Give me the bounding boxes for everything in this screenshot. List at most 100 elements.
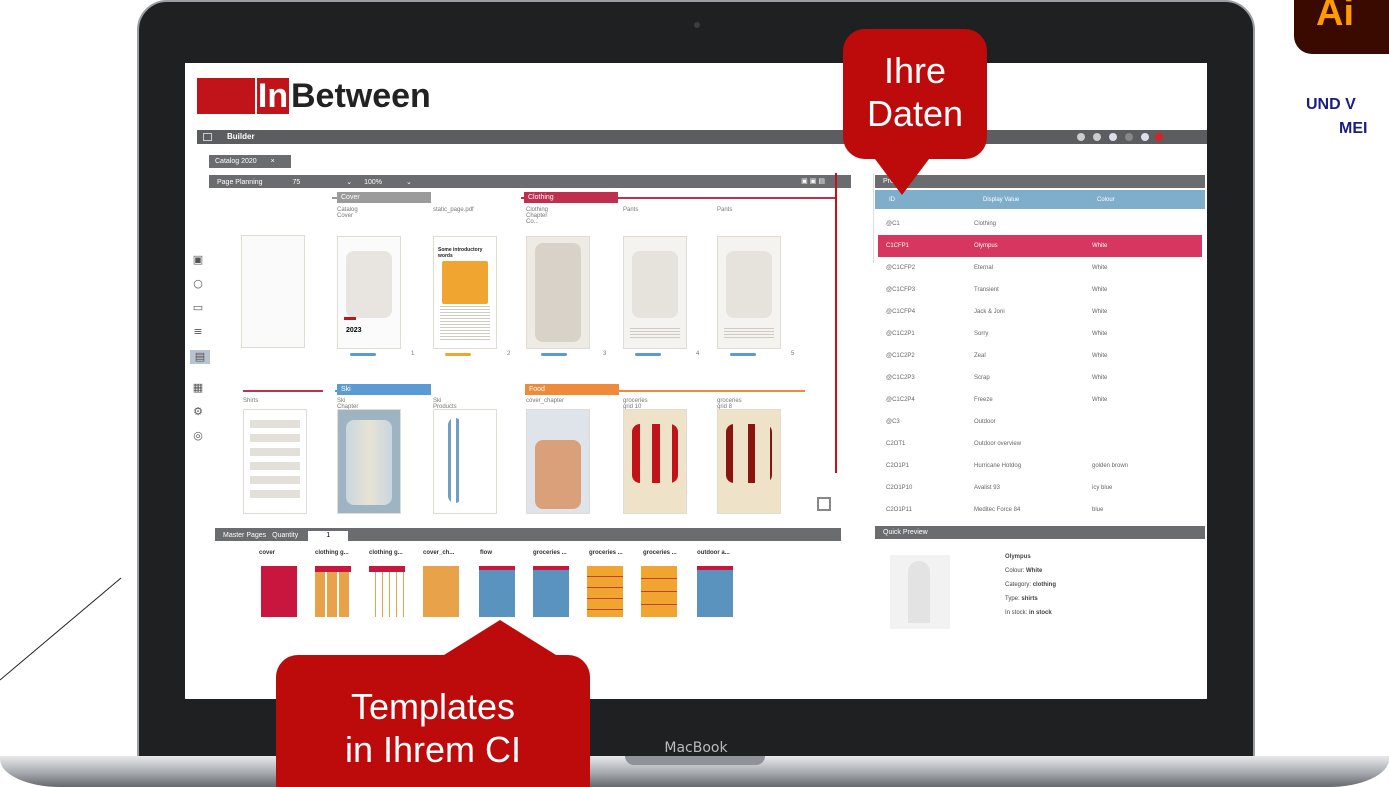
product-row[interactable]: @C1C2P1 Sorry White [878,323,1202,345]
product-row[interactable]: @C1CFP2 Eternal White [878,257,1202,279]
product-row[interactable]: @C1C2P2 Zeal White [878,345,1202,367]
group-chip-ski[interactable]: Ski [337,384,431,395]
page-count: 2 [507,351,511,357]
product-row[interactable]: C2O1P1 Hurricane Hotdog golden brown [878,455,1202,477]
master-thumb[interactable] [315,566,351,617]
callout-ihre-daten: Ihre Daten [843,29,987,159]
close-icon[interactable]: × [271,158,275,165]
preview-category: Category: clothing [1005,578,1056,592]
grid-menu-icon[interactable] [203,133,212,141]
preview-stock: In stock: in stock [1005,606,1056,620]
product-cell-name: Zeal [974,353,986,359]
master-label: cover [259,550,276,556]
globe-icon[interactable]: ◎ [191,429,205,443]
product-cell-colour: blue [1092,507,1104,513]
page-thumb[interactable] [717,409,781,514]
folder-icon[interactable]: ▭ [191,301,205,315]
page-thumb[interactable]: Some introductory words [433,236,497,349]
layout-icon[interactable]: ▣ [191,253,205,267]
page-thumb[interactable] [526,409,590,514]
page-thumb[interactable] [433,409,497,514]
col-id[interactable]: ID [889,197,895,203]
bell-icon[interactable] [1077,133,1085,141]
group-chip-food[interactable]: Food [525,384,619,395]
search-icon[interactable]: ○ [191,277,205,291]
builder-menu[interactable]: Builder [227,132,255,141]
product-cell-name: Jack & Joni [974,309,1005,315]
chevron-down-icon[interactable]: ⌄ [346,179,352,186]
settings-icon[interactable]: ⚙ [191,405,205,419]
tab-catalog[interactable]: Catalog 2020 × [209,155,291,168]
product-cell-name: Eternal [974,265,994,271]
product-row[interactable]: @C1C2P3 Scrap White [878,367,1202,389]
red-accent [344,317,356,320]
group-chip-clothing[interactable]: Clothing [524,192,618,203]
preview-details: Olympus Colour: White Category: clothing… [1005,550,1056,620]
inbetween-logo: In Between [197,78,431,114]
zoom-percent-select[interactable]: 100% [364,179,382,186]
logout-icon[interactable] [1155,133,1163,141]
master-thumb[interactable] [479,566,515,617]
page-thumb[interactable]: 2023 [337,236,401,349]
doc-icon[interactable] [1125,133,1133,141]
page-thumb[interactable] [243,409,307,514]
col-display-value[interactable]: Display Value [983,197,1019,203]
quantity-stepper[interactable]: 1 [308,531,349,541]
page-thumb[interactable] [623,409,687,514]
product-row[interactable]: C2OT1 Outdoor overview [878,433,1202,455]
page-thumb[interactable] [526,236,590,349]
product-cell-name: Avalist 93 [974,485,1000,491]
list-icon[interactable]: ≡ [191,325,205,339]
callout-pointer [436,620,564,660]
colour-label: Colour: [1005,568,1025,574]
col-colour[interactable]: Colour [1097,197,1115,203]
product-row[interactable]: @C3 Outdoor [878,411,1202,433]
product-cell-name: Outdoor overview [974,441,1022,447]
callout-line: Templates [350,686,516,727]
product-row[interactable]: C2O1P11 Meditec Force 84 blue [878,499,1202,521]
product-row[interactable]: @C1CFP3 Transient White [878,279,1202,301]
master-thumb[interactable] [533,566,569,617]
category-value: clothing [1032,582,1057,588]
master-thumb[interactable] [641,566,677,617]
master-thumb[interactable] [697,566,733,617]
master-thumb[interactable] [369,566,405,617]
product-row[interactable]: @C1 Clothing [878,213,1202,235]
product-cell-name: Olympus [974,243,998,249]
page-thumb[interactable] [337,409,401,514]
quantity-value[interactable]: 1 [326,532,330,539]
page-thumb[interactable] [623,236,687,349]
product-row[interactable]: C1CFP1 Olympus White [878,235,1202,257]
product-row[interactable]: @C1C2P4 Freeze White [878,389,1202,411]
callout-line: in Ihrem CI [344,729,522,770]
refresh-icon[interactable] [1093,133,1101,141]
stock-label: In stock: [1005,610,1028,616]
product-row[interactable]: C2O1P10 Avalist 93 icy blue [878,477,1202,499]
page-thumb[interactable] [717,236,781,349]
scroll-indicator[interactable] [835,173,837,473]
chevron-down-icon[interactable]: ⌄ [406,179,412,186]
page-count: 4 [696,351,700,357]
product-cell-id: C2OT1 [886,441,906,447]
thumb-year: 2023 [346,327,362,334]
pages-icon[interactable]: ▤ [190,350,210,364]
view-toggle-icons[interactable]: ▣▣▤ [801,177,827,185]
grid-icon[interactable]: ▦ [191,381,205,395]
zoom-select[interactable]: 75 [293,179,301,186]
group-chip-cover[interactable]: Cover [337,192,431,203]
master-label: outdoor a... [697,550,730,556]
help-icon[interactable] [1141,133,1149,141]
user-icon[interactable] [1109,133,1117,141]
grid-view-icon[interactable] [817,497,831,511]
product-row[interactable]: @C1CFP4 Jack & Joni White [878,301,1202,323]
master-thumb[interactable] [423,566,459,617]
preview-type: Type: shirts [1005,592,1056,606]
page-thumb-empty[interactable] [241,235,305,348]
product-cell-id: @C1 [886,221,900,227]
master-thumb[interactable] [587,566,623,617]
master-thumb[interactable] [261,566,297,617]
page-name: cover_chapter [526,398,565,404]
preview-colour: Colour: White [1005,564,1056,578]
product-cell-colour: White [1092,243,1108,249]
thumb-text-lines [724,328,774,340]
